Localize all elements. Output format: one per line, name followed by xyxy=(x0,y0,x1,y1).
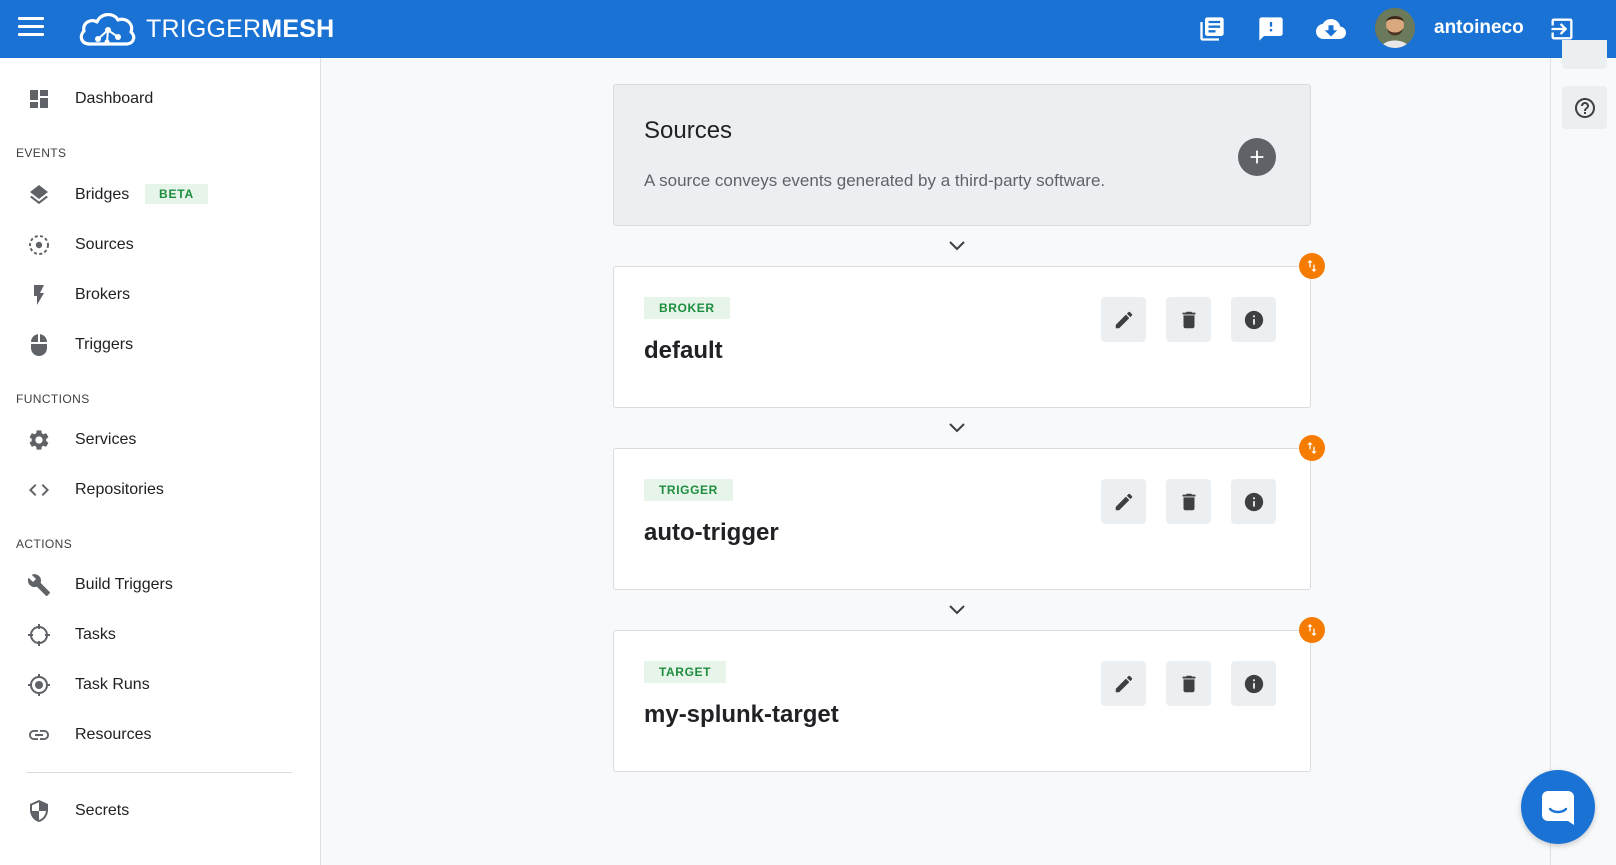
sidebar-item-services[interactable]: Services xyxy=(0,420,321,460)
logo[interactable]: TRIGGERMESH xyxy=(76,8,334,50)
chat-launcher-button[interactable] xyxy=(1521,770,1595,844)
mouse-icon xyxy=(26,332,52,358)
pencil-icon xyxy=(1115,493,1132,510)
logo-text-trigger: TRIGGER xyxy=(146,14,262,43)
trash-icon xyxy=(1182,675,1195,692)
sidebar-item-dashboard[interactable]: Dashboard xyxy=(0,79,321,119)
logo-text-mesh: MESH xyxy=(261,14,335,43)
trash-icon xyxy=(1182,493,1195,510)
sidebar-divider xyxy=(26,772,292,773)
swap-vertical-icon[interactable] xyxy=(1299,435,1325,461)
chevron-down-icon xyxy=(947,239,967,253)
pencil-icon xyxy=(1115,311,1132,328)
rail-button[interactable] xyxy=(1562,40,1607,69)
info-button[interactable] xyxy=(1231,661,1276,706)
gear-icon xyxy=(26,427,52,453)
sidebar-item-brokers[interactable]: Brokers xyxy=(0,275,321,315)
sidebar-item-label: Tasks xyxy=(75,626,116,643)
trigger-card: TRIGGER auto-trigger xyxy=(613,448,1311,590)
swap-vertical-icon[interactable] xyxy=(1299,253,1325,279)
info-icon xyxy=(1244,492,1263,511)
pencil-icon xyxy=(1115,675,1132,692)
sidebar-item-repositories[interactable]: Repositories xyxy=(0,470,321,510)
section-label-functions: FUNCTIONS xyxy=(16,392,90,406)
feedback-icon[interactable] xyxy=(1256,14,1286,44)
beta-badge: BETA xyxy=(145,184,208,204)
sidebar-item-label: Secrets xyxy=(75,802,130,819)
info-icon xyxy=(1244,310,1263,329)
edit-button[interactable] xyxy=(1101,297,1146,342)
sources-title: Sources xyxy=(644,117,733,144)
chevron-down-icon xyxy=(947,603,967,617)
gps-fixed-icon xyxy=(26,672,52,698)
section-label-actions: ACTIONS xyxy=(16,537,73,551)
target-card: TARGET my-splunk-target xyxy=(613,630,1311,772)
download-icon[interactable] xyxy=(1316,14,1346,44)
sidebar-item-build-triggers[interactable]: Build Triggers xyxy=(0,565,321,605)
type-badge: TRIGGER xyxy=(644,479,733,501)
sidebar-item-label: Task Runs xyxy=(75,676,150,693)
link-icon xyxy=(26,722,52,748)
sidebar-item-secrets[interactable]: Secrets xyxy=(0,791,321,831)
help-icon[interactable] xyxy=(1562,86,1607,129)
item-name: default xyxy=(644,337,723,364)
plus-icon xyxy=(1250,150,1264,164)
sidebar-item-label: Repositories xyxy=(75,481,164,498)
sources-card: Sources A source conveys events generate… xyxy=(613,84,1311,226)
sidebar-item-label: Services xyxy=(75,431,137,448)
sidebar-item-tasks[interactable]: Tasks xyxy=(0,615,321,655)
edit-button[interactable] xyxy=(1101,479,1146,524)
type-badge: BROKER xyxy=(644,297,730,319)
sidebar-item-triggers[interactable]: Triggers xyxy=(0,325,321,365)
delete-button[interactable] xyxy=(1166,661,1211,706)
user-avatar[interactable] xyxy=(1375,8,1415,48)
sidebar-item-label: Build Triggers xyxy=(75,576,173,593)
code-icon xyxy=(26,477,52,503)
dashboard-icon xyxy=(26,86,52,112)
sidebar-item-bridges[interactable]: Bridges BETA xyxy=(0,175,321,215)
info-icon xyxy=(1244,674,1263,693)
layers-icon xyxy=(26,182,52,208)
sidebar-item-sources[interactable]: Sources xyxy=(0,225,321,265)
menu-icon[interactable] xyxy=(18,17,44,39)
top-app-bar: TRIGGERMESH antoineco xyxy=(0,0,1616,58)
sidebar-item-label: Bridges xyxy=(75,186,130,203)
sidebar-item-label: Dashboard xyxy=(75,90,154,107)
username[interactable]: antoineco xyxy=(1434,17,1524,39)
sidebar-item-resources[interactable]: Resources xyxy=(0,715,321,755)
flash-icon xyxy=(26,282,52,308)
shield-icon xyxy=(26,798,52,824)
sidebar: Dashboard EVENTS Bridges BETA Sources Br… xyxy=(0,58,321,865)
trash-icon xyxy=(1182,311,1195,328)
delete-button[interactable] xyxy=(1166,479,1211,524)
info-button[interactable] xyxy=(1231,479,1276,524)
broker-card: BROKER default xyxy=(613,266,1311,408)
wrench-icon xyxy=(26,572,52,598)
section-label-events: EVENTS xyxy=(16,146,67,160)
docs-icon[interactable] xyxy=(1197,14,1227,44)
sidebar-item-label: Resources xyxy=(75,726,152,743)
item-name: my-splunk-target xyxy=(644,701,839,728)
swap-vertical-icon[interactable] xyxy=(1299,617,1325,643)
sidebar-item-label: Brokers xyxy=(75,286,131,303)
add-source-button[interactable] xyxy=(1238,138,1276,176)
cloud-logo-icon xyxy=(79,13,136,46)
type-badge: TARGET xyxy=(644,661,727,683)
right-rail-divider xyxy=(1550,58,1551,865)
sidebar-item-label: Triggers xyxy=(75,336,134,353)
item-name: auto-trigger xyxy=(644,519,779,546)
sidebar-item-task-runs[interactable]: Task Runs xyxy=(0,665,321,705)
delete-button[interactable] xyxy=(1166,297,1211,342)
info-button[interactable] xyxy=(1231,297,1276,342)
chat-icon xyxy=(1542,791,1574,825)
crosshair-icon xyxy=(26,622,52,648)
sources-description: A source conveys events generated by a t… xyxy=(644,171,1106,190)
edit-button[interactable] xyxy=(1101,661,1146,706)
source-target-icon xyxy=(26,232,52,258)
sidebar-item-label: Sources xyxy=(75,236,134,253)
chevron-down-icon xyxy=(947,421,967,435)
